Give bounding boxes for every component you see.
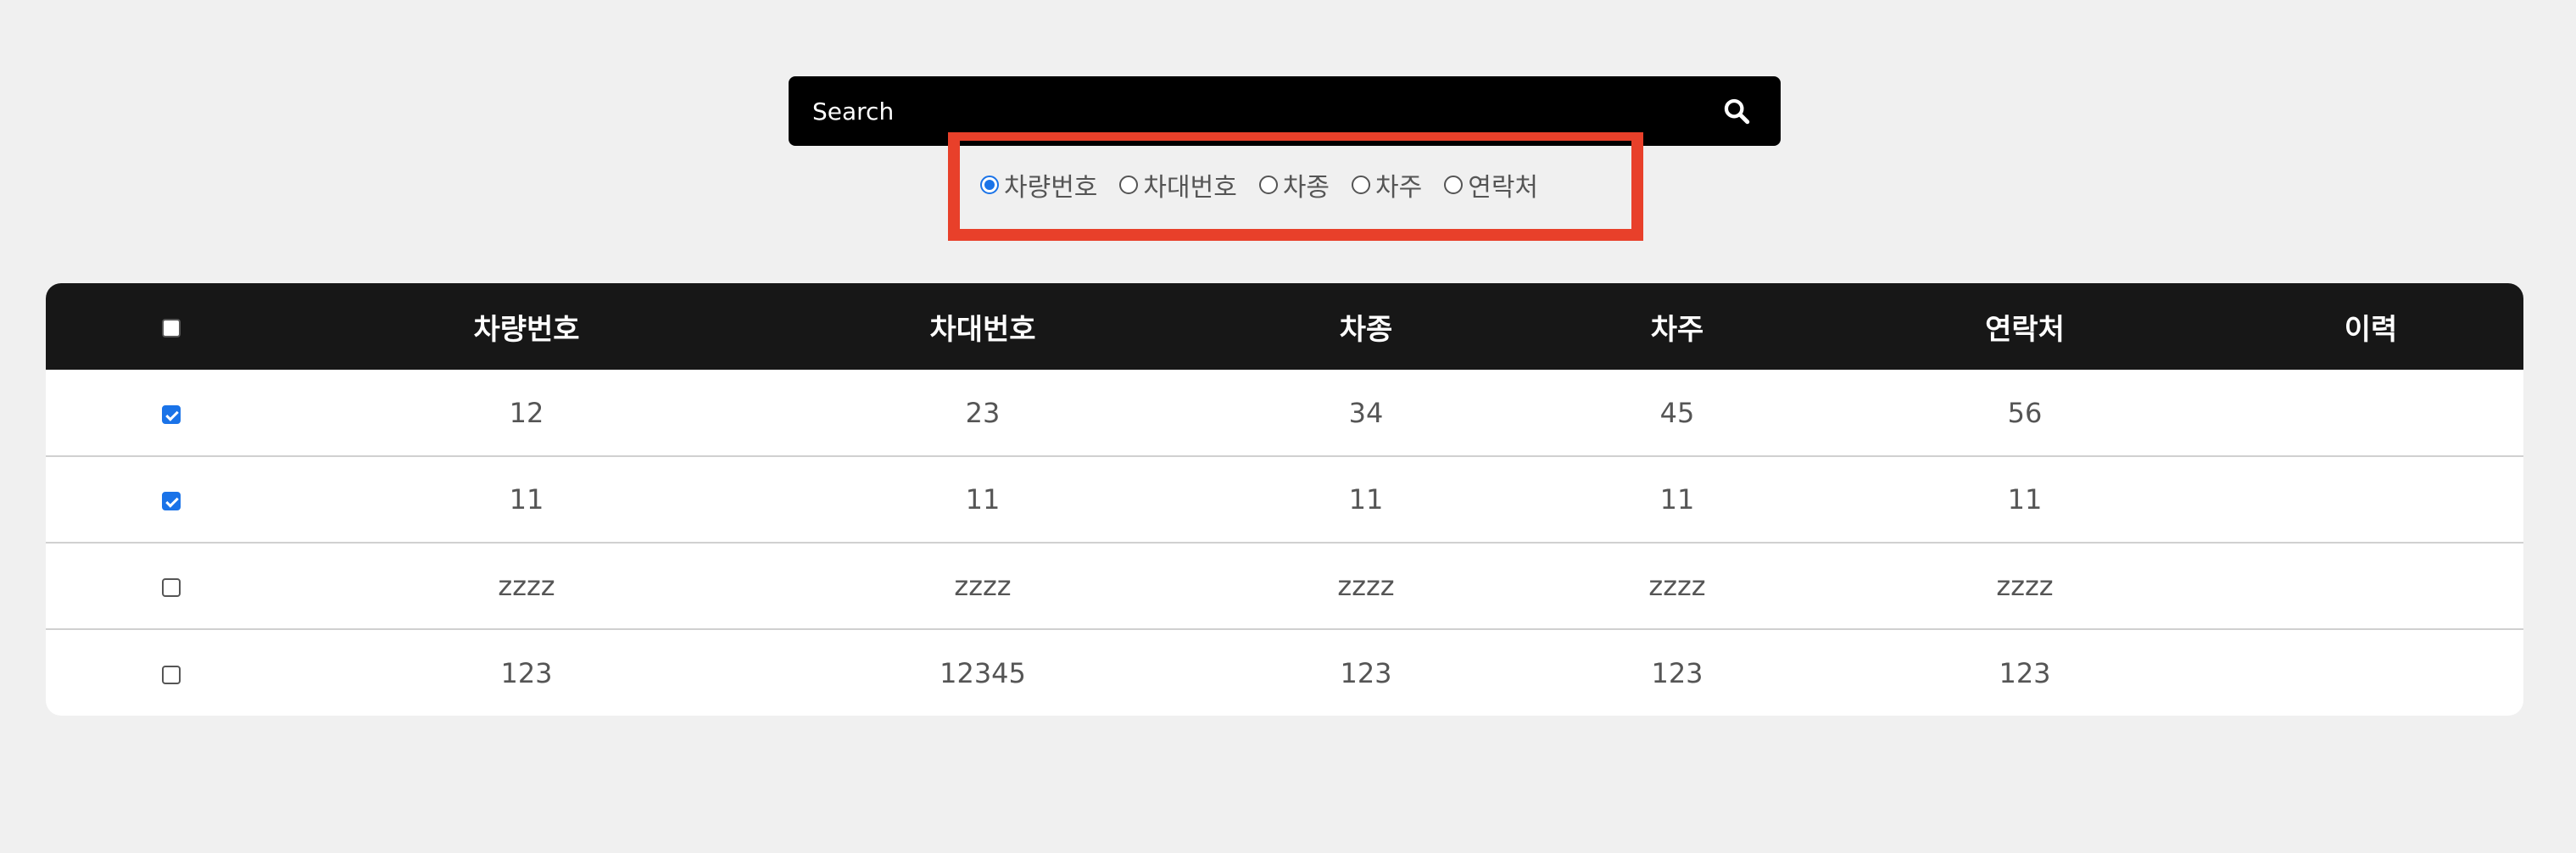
- search-input[interactable]: [812, 97, 1716, 125]
- cell-owner: 45: [1659, 396, 1695, 429]
- radio-button[interactable]: [1352, 176, 1371, 194]
- cell-history: [2218, 629, 2523, 716]
- cell-chassis-number: 23: [965, 396, 1001, 429]
- radio-label: 차량번호: [1004, 173, 1098, 203]
- radio-label: 차대번호: [1143, 173, 1237, 203]
- row-checkbox[interactable]: [162, 404, 181, 424]
- radio-button[interactable]: [1444, 176, 1464, 194]
- table-row[interactable]: 11 11 11 11 11: [46, 456, 2523, 543]
- cell-vehicle-number: 11: [509, 483, 544, 516]
- radio-vehicle-number[interactable]: 차량번호: [980, 166, 1097, 203]
- cell-owner: 123: [1651, 656, 1703, 689]
- column-header-contact[interactable]: 연락처: [1832, 283, 2218, 370]
- column-header-vehicle-number[interactable]: 차량번호: [297, 283, 756, 370]
- table-row[interactable]: zzzz zzzz zzzz zzzz zzzz: [46, 543, 2523, 629]
- row-checkbox[interactable]: [162, 578, 181, 597]
- radio-label: 차주: [1375, 173, 1423, 203]
- cell-vehicle-model: 123: [1340, 656, 1392, 689]
- cell-owner: 11: [1659, 483, 1695, 516]
- cell-vehicle-number: 12: [509, 396, 544, 429]
- cell-contact: 56: [2007, 396, 2043, 429]
- radio-button[interactable]: [1119, 176, 1139, 194]
- select-all-checkbox[interactable]: [162, 318, 181, 337]
- cell-chassis-number: 11: [965, 483, 1001, 516]
- radio-label: 연락처: [1468, 173, 1539, 203]
- radio-owner[interactable]: 차주: [1352, 166, 1422, 203]
- table-row[interactable]: 12 23 34 45 56: [46, 370, 2523, 456]
- cell-vehicle-model: 11: [1348, 483, 1384, 516]
- radio-label: 차종: [1282, 173, 1330, 203]
- cell-history: [2218, 543, 2523, 629]
- column-header-history[interactable]: 이력: [2218, 283, 2523, 370]
- radio-contact[interactable]: 연락처: [1444, 166, 1538, 203]
- cell-history: [2218, 370, 2523, 456]
- cell-contact: 123: [1999, 656, 2051, 689]
- cell-contact: 11: [2007, 483, 2043, 516]
- radio-chassis-number[interactable]: 차대번호: [1119, 166, 1237, 203]
- cell-vehicle-model: 34: [1348, 396, 1384, 429]
- row-checkbox[interactable]: [162, 492, 181, 510]
- cell-vehicle-number: 123: [500, 656, 553, 689]
- search-icon[interactable]: [1716, 91, 1757, 131]
- cell-vehicle-model: zzzz: [1337, 570, 1395, 602]
- vehicle-table: 차량번호 차대번호 차종 차주 연락처 이력 12 23 34 45 56 11: [46, 283, 2523, 716]
- cell-chassis-number: 12345: [940, 656, 1026, 689]
- radio-button[interactable]: [1258, 176, 1278, 194]
- column-header-owner[interactable]: 차주: [1523, 283, 1832, 370]
- table-row[interactable]: 123 12345 123 123 123: [46, 629, 2523, 716]
- column-header-vehicle-model[interactable]: 차종: [1209, 283, 1523, 370]
- cell-chassis-number: zzzz: [954, 570, 1012, 602]
- cell-history: [2218, 456, 2523, 543]
- radio-button[interactable]: [980, 176, 999, 194]
- cell-owner: zzzz: [1648, 570, 1706, 602]
- radio-vehicle-model[interactable]: 차종: [1258, 166, 1330, 203]
- table-header-row: 차량번호 차대번호 차종 차주 연락처 이력: [46, 283, 2523, 370]
- cell-contact: zzzz: [1996, 570, 2054, 602]
- search-filter-radio-group: 차량번호 차대번호 차종 차주 연락처: [948, 132, 1643, 241]
- cell-vehicle-number: zzzz: [498, 570, 555, 602]
- column-header-chassis-number[interactable]: 차대번호: [756, 283, 1209, 370]
- select-all-cell: [46, 283, 297, 370]
- row-checkbox[interactable]: [162, 665, 181, 684]
